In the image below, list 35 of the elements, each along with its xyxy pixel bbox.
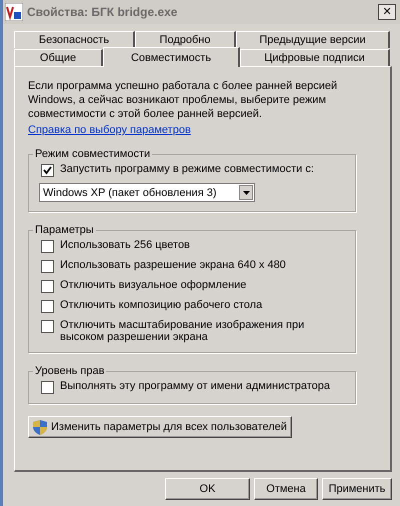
checkbox-label: Выполнять эту программу от имени администратора	[60, 380, 330, 392]
window-title: Свойства: БГК bridge.exe	[27, 5, 178, 19]
checkbox[interactable]	[41, 381, 54, 394]
checkbox[interactable]	[41, 260, 54, 273]
version-dropdown[interactable]: Windows XP (пакет обновления 3)	[39, 183, 255, 202]
checkbox-label: Использовать разрешение экрана 640 x 480	[60, 259, 286, 271]
group-title: Уровень прав	[34, 365, 106, 377]
dialog-button[interactable]: Отмена	[254, 478, 318, 500]
checkbox[interactable]	[41, 164, 54, 177]
checkbox[interactable]	[41, 300, 54, 313]
group-title: Режим совместимости	[34, 148, 152, 160]
dropdown-arrow-icon	[242, 190, 250, 194]
checkbox-label: Использовать 256 цветов	[60, 239, 190, 251]
dialog-button[interactable]: OK	[165, 478, 250, 500]
checkbox-label: Отключить композицию рабочего стола	[60, 299, 262, 311]
checkbox[interactable]	[41, 280, 54, 293]
app-icon	[5, 3, 23, 21]
help-link[interactable]: Справка по выбору параметров	[28, 124, 191, 136]
tab[interactable]: Подробно	[135, 31, 236, 48]
checkbox-label: Запустить программу в режиме совместимости с:	[60, 163, 314, 175]
checkbox[interactable]	[41, 240, 54, 253]
shield-icon	[33, 420, 47, 434]
checkbox-label: Отключить визуальное оформление	[60, 279, 246, 291]
checkbox-label: Отключить масштабирование изображения при высоком разрешении экрана	[60, 319, 306, 343]
close-button[interactable]: ✕	[378, 4, 396, 20]
checkbox[interactable]	[41, 320, 54, 333]
tab[interactable]: Общие	[14, 49, 103, 66]
tab[interactable]: Совместимость	[103, 47, 240, 67]
change-all-users-button[interactable]: Изменить параметры для всех пользователей	[28, 416, 292, 438]
tab[interactable]: Предыдущие версии	[236, 31, 390, 48]
tab[interactable]: Безопасность	[14, 31, 135, 48]
description-text: Если программа успешно работала с более ранней версией Windows, а сейчас возникают проблемы, выберите режим совместимости с этой более ранней версией.	[28, 79, 338, 121]
tab[interactable]: Цифровые подписи	[240, 49, 390, 66]
dialog-button[interactable]: Применить	[322, 478, 392, 500]
group-title: Параметры	[34, 224, 95, 236]
